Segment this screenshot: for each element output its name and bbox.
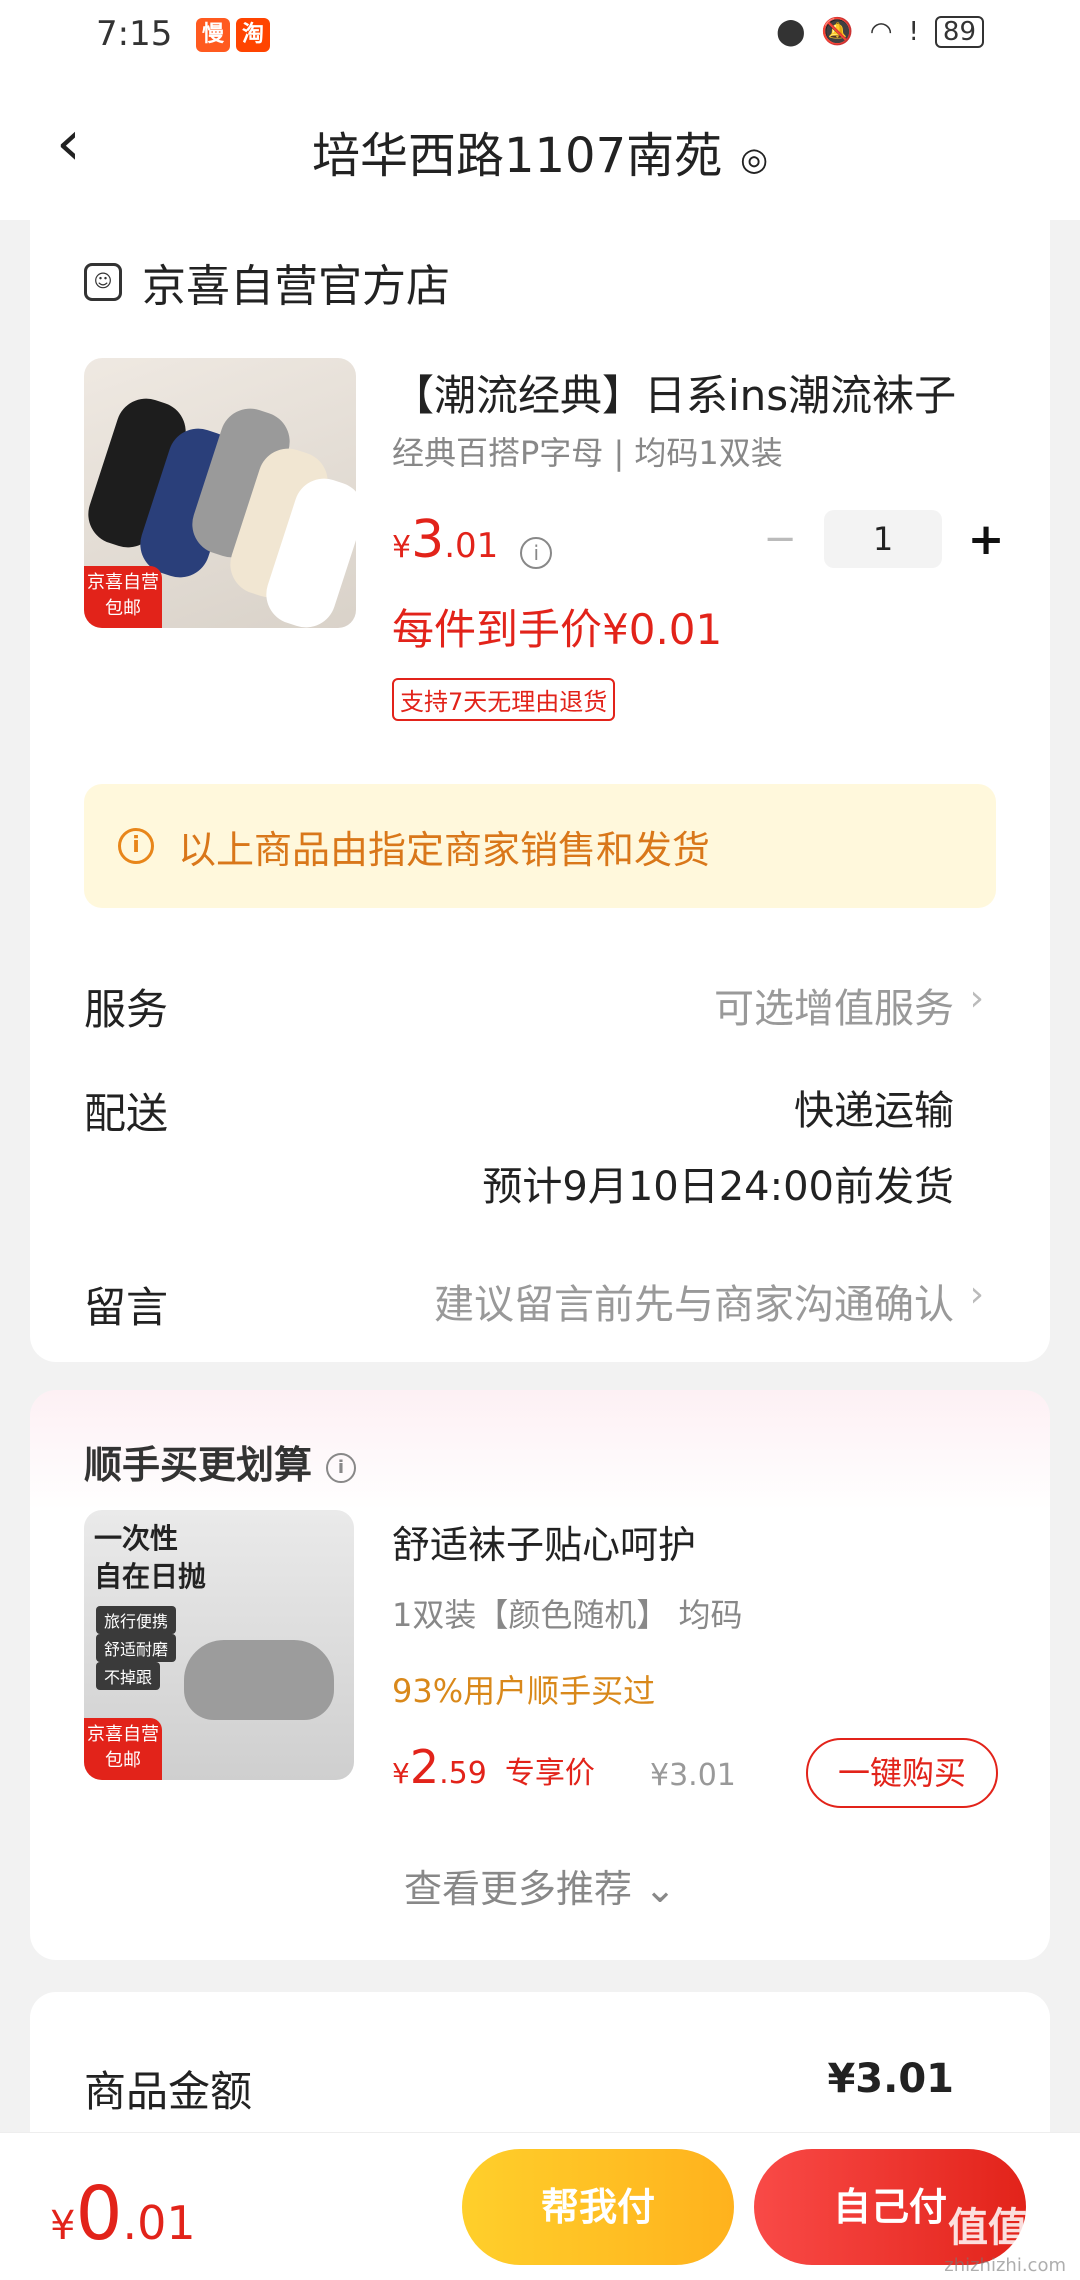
app-badge-1: 慢 [196, 18, 230, 52]
price-currency: ¥ [392, 530, 412, 565]
status-bar: 7:15 慢 淘 ⬤ 🔕 ◠ ! 89 [0, 0, 1080, 72]
product-spec[interactable]: 经典百搭P字母 | 均码1双装 [392, 428, 783, 474]
recommend-spec: 1双装【颜色随机】 均码 [392, 1596, 743, 1634]
total-currency: ¥ [50, 2203, 76, 2249]
status-icons: ⬤ 🔕 ◠ ! 89 [776, 16, 984, 48]
decrement-button[interactable]: − [750, 516, 810, 562]
app-badge-2: 淘 [236, 18, 270, 52]
chevron-right-icon[interactable]: › [970, 1274, 984, 1315]
chevron-down-icon: ⌄ [644, 1867, 676, 1911]
total-price: ¥0.01 [50, 2171, 196, 2257]
wifi-icon: ◠ [869, 17, 893, 47]
tag-line-2: 包邮 [105, 1750, 141, 1771]
location-icon: ⬤ [776, 17, 806, 47]
info-icon[interactable]: i [326, 1452, 357, 1483]
message-input[interactable]: 建议留言前先与商家沟通确认 [434, 1272, 954, 1330]
store-row[interactable]: ☺ 京喜自营官方店 [84, 250, 450, 314]
recommend-bought: 93%用户顺手买过 [392, 1672, 656, 1710]
info-icon: i [118, 828, 154, 864]
watermark-url: zhizhizhi.com [944, 2255, 1066, 2276]
message-label: 留言 [84, 1283, 169, 1332]
nav-bar: ‹ 培华西路1107南苑 ◎ [0, 72, 1080, 220]
store-icon: ☺ [84, 263, 122, 301]
tag-line-1: 京喜自营 [87, 572, 159, 593]
section-title-text: 顺手买更划算 [84, 1443, 313, 1487]
exclusive-price-label: 专享价 [504, 1756, 595, 1791]
store-name: 京喜自营官方店 [142, 261, 450, 312]
price-decimal: .59 [439, 1756, 487, 1791]
status-time: 7:15 [96, 14, 173, 54]
amount-label: 商品金额 [84, 2067, 253, 2116]
alert-icon: ! [908, 17, 919, 47]
service-value[interactable]: 可选增值服务 [714, 976, 954, 1034]
bottom-checkout-bar: ¥0.01 帮我付 自己付 值值值 zhizhizhi.com [0, 2132, 1080, 2280]
image-title-line-2: 自在日抛 [94, 1560, 207, 1593]
battery-icon: 89 [934, 16, 984, 48]
delivery-eta: 预计9月10日24:00前发货 [482, 1164, 954, 1210]
mute-icon: 🔕 [821, 17, 854, 47]
tag-line-2: 包邮 [105, 598, 141, 619]
address-text: 培华西路1107南苑 [311, 128, 723, 184]
tag-line-1: 京喜自营 [87, 1724, 159, 1745]
delivery-label: 配送 [84, 1089, 169, 1138]
price-integer: 3 [411, 510, 445, 570]
delivery-method[interactable]: 快递运输 [794, 1078, 954, 1136]
increment-button[interactable]: + [956, 514, 1016, 565]
image-pill: 不掉跟 [96, 1662, 161, 1690]
price-integer: 2 [409, 1740, 440, 1794]
amount-value: ¥3.01 [827, 2056, 954, 2102]
notice-text: 以上商品由指定商家销售和发货 [178, 827, 711, 872]
total-decimal: .01 [122, 2196, 196, 2250]
quantity-input[interactable]: 1 [824, 510, 942, 568]
total-integer: 0 [75, 2171, 123, 2257]
price-decimal: .01 [444, 526, 499, 566]
recommend-section-title: 顺手买更划算 i [84, 1434, 357, 1489]
free-shipping-tag: 京喜自营 包邮 [84, 1718, 162, 1780]
address-title[interactable]: 培华西路1107南苑 ◎ [0, 116, 1080, 186]
image-pill: 旅行便携 [96, 1606, 177, 1634]
recommend-product-image[interactable]: 一次性 自在日抛 旅行便携 舒适耐磨 不掉跟 京喜自营 包邮 [84, 1510, 354, 1780]
chevron-right-icon[interactable]: › [970, 978, 984, 1019]
original-price: ¥3.01 [650, 1758, 736, 1793]
price-info-icon[interactable]: i [520, 536, 553, 569]
location-pin-icon: ◎ [740, 140, 769, 178]
sock-illustration [184, 1640, 334, 1720]
one-click-buy-button[interactable]: 一键购买 [806, 1738, 998, 1808]
return-policy-tag: 支持7天无理由退货 [392, 678, 616, 721]
product-price: ¥3.01 i [392, 510, 553, 570]
more-link-text: 查看更多推荐 [404, 1867, 633, 1911]
watermark: 值值值 [948, 2205, 1068, 2251]
product-image[interactable]: 京喜自营 包邮 [84, 358, 356, 628]
recommend-price: ¥2.59 专享价 [392, 1740, 595, 1794]
product-title[interactable]: 【潮流经典】日系ins潮流袜子 [392, 362, 1012, 423]
image-pill: 舒适耐磨 [96, 1634, 177, 1662]
help-me-pay-button[interactable]: 帮我付 [462, 2149, 734, 2265]
recommend-card: 顺手买更划算 i 一次性 自在日抛 旅行便携 舒适耐磨 不掉跟 京喜自营 包邮 舒… [30, 1390, 1050, 1960]
seller-notice: i 以上商品由指定商家销售和发货 [84, 784, 996, 908]
recommend-title[interactable]: 舒适袜子贴心呵护 [392, 1514, 696, 1569]
image-title: 一次性 自在日抛 [94, 1520, 206, 1596]
price-currency: ¥ [392, 1757, 410, 1790]
final-price: 每件到手价¥0.01 [392, 605, 723, 654]
more-recommendations-link[interactable]: 查看更多推荐 ⌄ [30, 1858, 1050, 1913]
image-title-line-1: 一次性 [94, 1522, 179, 1555]
order-card: ☺ 京喜自营官方店 京喜自营 包邮 【潮流经典】日系ins潮流袜子 经典百搭P字… [30, 214, 1050, 1362]
free-shipping-tag: 京喜自营 包邮 [84, 566, 162, 628]
service-label: 服务 [84, 985, 169, 1034]
quantity-stepper: − 1 + [750, 510, 1016, 568]
